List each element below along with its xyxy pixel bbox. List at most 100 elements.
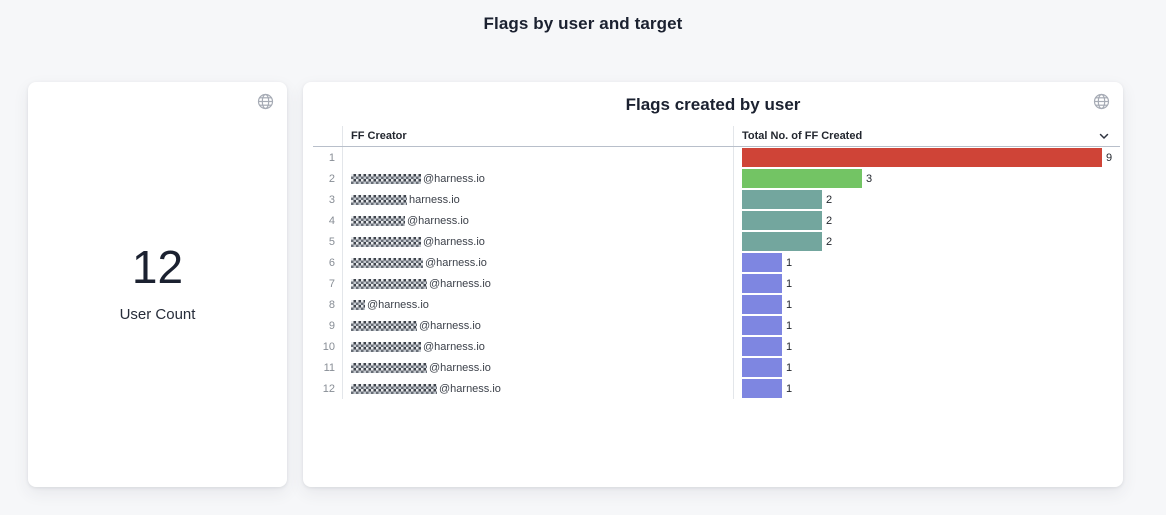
table-header-row: FF Creator Total No. of FF Created — [313, 126, 1120, 147]
row-rank: 10 — [313, 341, 342, 353]
bar[interactable] — [742, 190, 822, 209]
bar-cell: 1 — [733, 336, 1120, 357]
email-suffix: @harness.io — [407, 215, 469, 227]
creator-column-header: FF Creator — [342, 126, 733, 146]
creator-cell: harness.io — [342, 189, 733, 210]
row-rank: 11 — [313, 362, 342, 374]
bar-value-label: 2 — [826, 236, 832, 248]
bar[interactable] — [742, 274, 782, 293]
bar-value-label: 1 — [786, 278, 792, 290]
creator-cell: @harness.io — [342, 210, 733, 231]
user-count-card: 12 User Count — [28, 82, 287, 487]
bar-cell: 1 — [733, 378, 1120, 399]
email-suffix: @harness.io — [429, 362, 491, 374]
table-row: 3 harness.io 2 — [313, 189, 1120, 210]
bar-cell: 1 — [733, 357, 1120, 378]
flags-table: FF Creator Total No. of FF Created 192@h… — [313, 126, 1120, 399]
redacted-email — [351, 384, 437, 394]
bar-value-label: 2 — [826, 194, 832, 206]
row-rank: 5 — [313, 236, 342, 248]
bar[interactable] — [742, 316, 782, 335]
bar-value-label: 1 — [786, 362, 792, 374]
table-row: 11 @harness.io 1 — [313, 357, 1120, 378]
creator-cell: @harness.io — [342, 231, 733, 252]
bar-value-label: 3 — [866, 173, 872, 185]
table-row: 19 — [313, 147, 1120, 168]
row-rank: 8 — [313, 299, 342, 311]
user-count-value: 12 — [28, 240, 287, 294]
email-suffix: @harness.io — [425, 257, 487, 269]
bar-value-label: 2 — [826, 215, 832, 227]
user-count-label: User Count — [28, 306, 287, 323]
email-suffix: @harness.io — [423, 173, 485, 185]
creator-cell: @harness.io — [342, 273, 733, 294]
email-suffix: @harness.io — [419, 320, 481, 332]
redacted-email — [351, 216, 405, 226]
chevron-down-icon[interactable] — [1098, 130, 1110, 142]
bar-value-label: 1 — [786, 341, 792, 353]
row-rank: 7 — [313, 278, 342, 290]
redacted-email — [351, 195, 407, 205]
redacted-email — [351, 363, 427, 373]
table-row: 7 @harness.io 1 — [313, 273, 1120, 294]
row-rank: 3 — [313, 194, 342, 206]
bar-cell: 1 — [733, 294, 1120, 315]
creator-cell: @harness.io — [342, 357, 733, 378]
redacted-email — [351, 342, 421, 352]
bar-value-label: 1 — [786, 320, 792, 332]
table-row: 6 @harness.io 1 — [313, 252, 1120, 273]
creator-cell: @harness.io — [342, 378, 733, 399]
row-rank: 6 — [313, 257, 342, 269]
bar[interactable] — [742, 169, 862, 188]
redacted-email — [351, 279, 427, 289]
creator-cell — [342, 147, 733, 168]
redacted-email — [351, 237, 421, 247]
globe-icon[interactable] — [257, 93, 274, 110]
bar-cell: 2 — [733, 210, 1120, 231]
bar[interactable] — [742, 379, 782, 398]
creator-cell: @harness.io — [342, 252, 733, 273]
table-row: 4@harness.io2 — [313, 210, 1120, 231]
table-body: 192@harness.io33harness.io24@harness.io2… — [313, 147, 1120, 399]
bar[interactable] — [742, 211, 822, 230]
flags-created-card: Flags created by user FF Creator Total N… — [303, 82, 1123, 487]
bar[interactable] — [742, 253, 782, 272]
redacted-email — [351, 300, 365, 310]
creator-cell: @harness.io — [342, 294, 733, 315]
email-suffix: @harness.io — [367, 299, 429, 311]
bar[interactable] — [742, 295, 782, 314]
bar[interactable] — [742, 337, 782, 356]
page-title: Flags by user and target — [0, 14, 1166, 34]
bar-value-label: 1 — [786, 257, 792, 269]
email-suffix: @harness.io — [429, 278, 491, 290]
email-suffix: @harness.io — [439, 383, 501, 395]
bar-cell: 1 — [733, 252, 1120, 273]
table-row: 9 @harness.io 1 — [313, 315, 1120, 336]
table-row: 5 @harness.io 2 — [313, 231, 1120, 252]
chart-title: Flags created by user — [303, 95, 1123, 115]
bar-value-label: 1 — [786, 299, 792, 311]
bar-cell: 1 — [733, 273, 1120, 294]
row-rank: 12 — [313, 383, 342, 395]
table-row: 12 @harness.io 1 — [313, 378, 1120, 399]
row-rank: 1 — [313, 152, 342, 164]
bar-cell: 3 — [733, 168, 1120, 189]
bar-cell: 2 — [733, 231, 1120, 252]
email-suffix: harness.io — [409, 194, 460, 206]
email-suffix: @harness.io — [423, 236, 485, 248]
table-row: 2 @harness.io 3 — [313, 168, 1120, 189]
bar[interactable] — [742, 148, 1102, 167]
bar[interactable] — [742, 358, 782, 377]
row-rank: 2 — [313, 173, 342, 185]
table-row: 8 @harness.io 1 — [313, 294, 1120, 315]
bar-value-label: 1 — [786, 383, 792, 395]
creator-cell: @harness.io — [342, 336, 733, 357]
total-column-header-label: Total No. of FF Created — [742, 130, 862, 142]
redacted-email — [351, 258, 423, 268]
bar-cell: 1 — [733, 315, 1120, 336]
bar[interactable] — [742, 232, 822, 251]
row-rank: 9 — [313, 320, 342, 332]
creator-cell: @harness.io — [342, 168, 733, 189]
redacted-email — [351, 321, 417, 331]
total-column-header: Total No. of FF Created — [733, 126, 1120, 146]
